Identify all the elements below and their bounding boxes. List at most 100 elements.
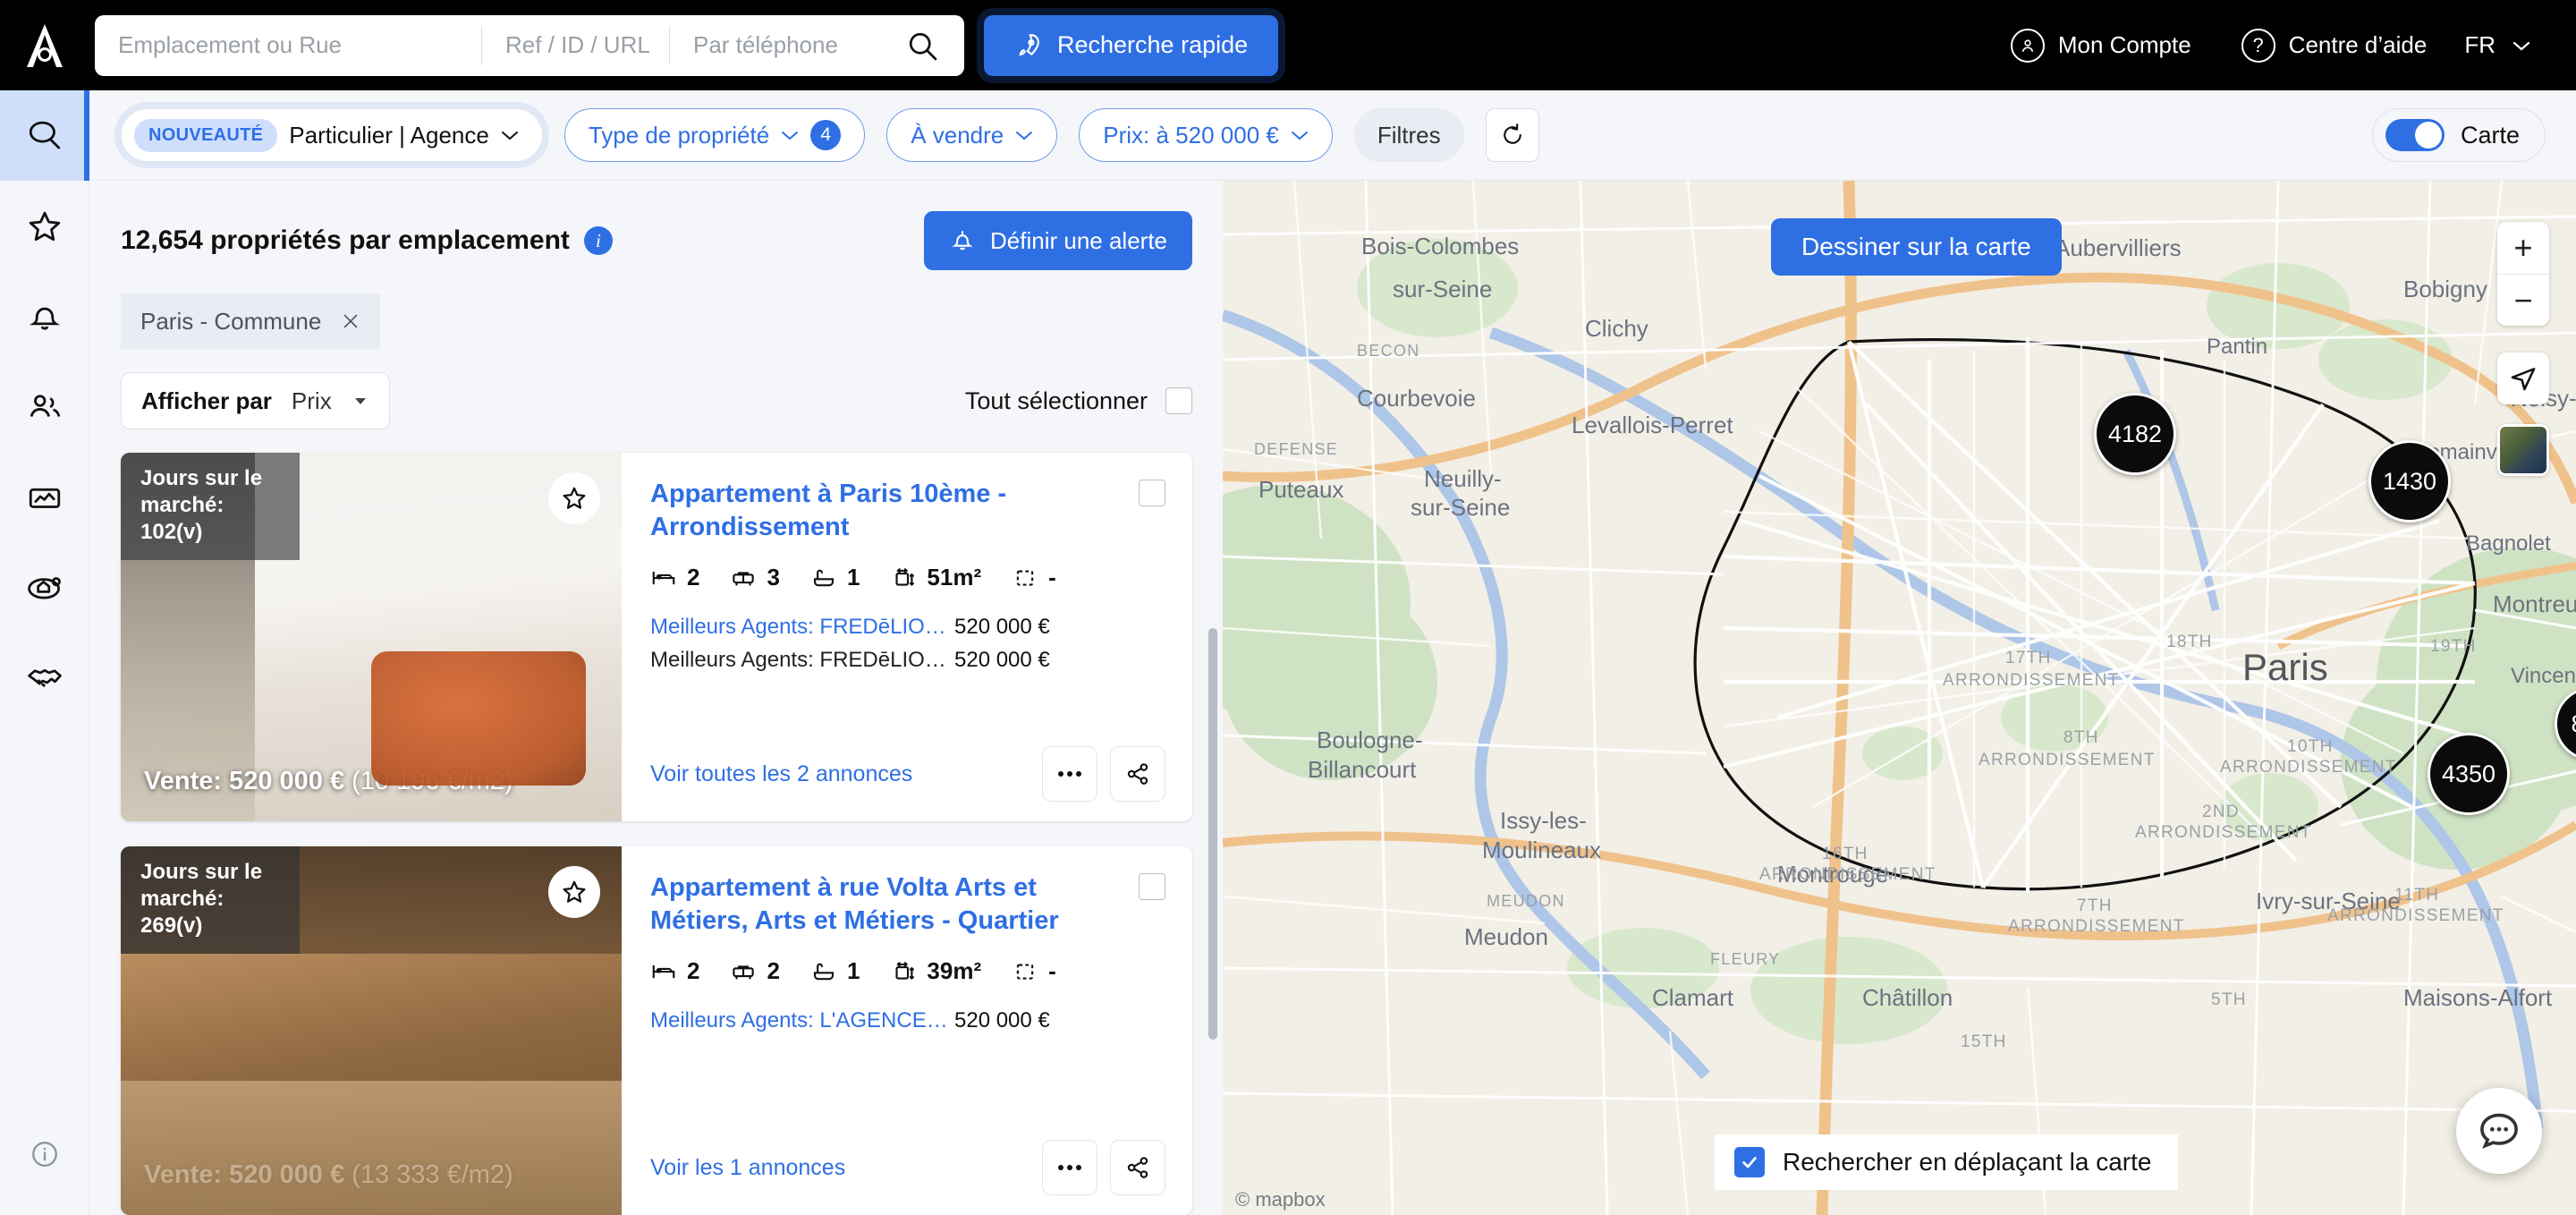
- sidebar-item-search[interactable]: [0, 90, 89, 181]
- property-card[interactable]: Jours sur le marché: 102(v) Vente: 520 0…: [121, 453, 1192, 821]
- sidebar-item-info[interactable]: [0, 1109, 89, 1199]
- favorite-button[interactable]: [548, 472, 600, 524]
- map-view[interactable]: Bois-Colombes Aubervilliers sur-Seine Bobig…: [1223, 181, 2576, 1215]
- property-photo[interactable]: Jours sur le marché: 269(v) Vente: 520 0…: [121, 846, 622, 1215]
- listing-row[interactable]: Meilleurs Agents: L'AGENCE… 520 000 €: [650, 1008, 1165, 1033]
- map-locate-button[interactable]: [2497, 353, 2549, 404]
- language-label: FR: [2464, 31, 2496, 58]
- select-all-control[interactable]: Tout sélectionner: [965, 387, 1192, 415]
- sidebar-item-favorites[interactable]: [0, 181, 89, 271]
- reset-filters-button[interactable]: [1485, 108, 1539, 162]
- search-on-move-label: Rechercher en déplaçant la carte: [1783, 1148, 2152, 1176]
- search-input-ref[interactable]: Ref / ID / URL: [481, 25, 669, 65]
- search-on-move-control[interactable]: Rechercher en déplaçant la carte: [1715, 1134, 2179, 1190]
- property-title[interactable]: Appartement à rue Volta Arts et Métiers,…: [650, 871, 1133, 938]
- more-horizontal-icon: [1058, 1165, 1081, 1170]
- share-button[interactable]: [1110, 746, 1165, 802]
- zoom-out-button[interactable]: −: [2497, 274, 2549, 326]
- map-cluster-marker[interactable]: 1430: [2368, 440, 2451, 523]
- map-label: Puteaux: [1258, 476, 1344, 503]
- map-label: 5TH: [2211, 990, 2247, 1009]
- listing-agent[interactable]: Meilleurs Agents: FREDēLION…: [650, 648, 954, 673]
- filter-owner-agency[interactable]: NOUVEAUTÉ Particulier | Agence: [121, 108, 543, 162]
- close-icon[interactable]: [341, 311, 360, 331]
- map-toggle-switch[interactable]: [2385, 119, 2445, 151]
- sort-dropdown[interactable]: Afficher par Prix: [121, 372, 390, 429]
- more-options-button[interactable]: [1042, 1140, 1097, 1195]
- search-input-location[interactable]: Emplacement ou Rue: [95, 26, 481, 65]
- sort-label: Afficher par: [141, 387, 272, 414]
- map-label: ARRONDISSEMENT: [2327, 906, 2504, 925]
- star-outline-icon: [563, 880, 586, 903]
- bath-icon: [813, 963, 834, 980]
- map-label: Bobigny: [2403, 276, 2487, 302]
- listing-price: 520 000 €: [954, 615, 1050, 640]
- photo-price-sub: (13 333 €/m2): [344, 1160, 513, 1189]
- listing-agent[interactable]: Meilleurs Agents: FREDēLION…: [650, 615, 954, 640]
- filters-button[interactable]: Filtres: [1353, 108, 1464, 162]
- spec-area: 51m²: [890, 564, 981, 591]
- filter-price[interactable]: Prix: à 520 000 €: [1079, 108, 1333, 162]
- spec-area-value: 51m²: [927, 564, 982, 591]
- account-button[interactable]: Mon Compte: [1986, 28, 2216, 63]
- draw-on-map-button[interactable]: Dessiner sur la carte: [1771, 218, 2062, 276]
- sidebar-item-analytics[interactable]: [0, 452, 89, 542]
- see-all-listings-link[interactable]: Voir toutes les 2 annonces: [650, 761, 912, 787]
- spec-bathrooms: 1: [810, 564, 860, 591]
- listing-rows: Meilleurs Agents: L'AGENCE… 520 000 €: [650, 1008, 1165, 1033]
- global-search-box[interactable]: Emplacement ou Rue Ref / ID / URL Par té…: [95, 14, 964, 76]
- map-view-toggle[interactable]: Carte: [2371, 108, 2546, 162]
- select-all-checkbox[interactable]: [1165, 387, 1192, 414]
- property-select-checkbox[interactable]: [1139, 480, 1165, 506]
- map-cluster-marker[interactable]: 4182: [2094, 393, 2176, 475]
- more-options-button[interactable]: [1042, 746, 1097, 802]
- map-label: Clamart: [1652, 984, 1734, 1011]
- listing-row[interactable]: Meilleurs Agents: FREDēLION… 520 000 €: [650, 648, 1165, 673]
- search-input-phone[interactable]: Par téléphone: [669, 25, 880, 65]
- spec-bathrooms: 1: [810, 957, 860, 985]
- map-cluster-marker[interactable]: 4350: [2428, 733, 2510, 815]
- results-info-icon[interactable]: i: [583, 226, 613, 255]
- bed-icon: [652, 571, 675, 585]
- results-scrollbar[interactable]: [1208, 628, 1217, 1040]
- filter-property-type[interactable]: Type de propriété 4: [564, 108, 866, 162]
- property-select-checkbox[interactable]: [1139, 873, 1165, 900]
- sidebar-item-contacts[interactable]: [0, 361, 89, 452]
- property-card-body: Appartement à rue Volta Arts et Métiers,…: [622, 846, 1192, 1215]
- sidebar-item-alerts[interactable]: [0, 271, 89, 361]
- share-button[interactable]: [1110, 1140, 1165, 1195]
- listing-row[interactable]: Meilleurs Agents: FREDēLION… 520 000 €: [650, 615, 1165, 640]
- map-label: Châtillon: [1862, 984, 1953, 1011]
- help-center-button[interactable]: ? Centre d’aide: [2216, 28, 2453, 63]
- brand-logo[interactable]: [0, 0, 89, 90]
- map-layers-button[interactable]: [2497, 424, 2549, 476]
- area-icon: [895, 961, 915, 980]
- map-label: Levallois-Perret: [1572, 412, 1733, 438]
- map-label: 7TH: [2077, 896, 2113, 915]
- chat-support-button[interactable]: [2456, 1088, 2542, 1174]
- see-all-listings-link[interactable]: Voir les 1 annonces: [650, 1155, 845, 1181]
- favorite-button[interactable]: [548, 866, 600, 918]
- bell-icon: [952, 230, 973, 251]
- filter-transaction-type[interactable]: À vendre: [886, 108, 1058, 162]
- location-tag[interactable]: Paris - Commune: [121, 293, 381, 349]
- map-label: MEUDON: [1487, 892, 1565, 910]
- property-card[interactable]: Jours sur le marché: 269(v) Vente: 520 0…: [121, 846, 1192, 1215]
- search-submit-button[interactable]: [880, 15, 964, 76]
- zoom-in-button[interactable]: +: [2497, 222, 2549, 274]
- sidebar-item-valuation[interactable]: [0, 542, 89, 633]
- property-title[interactable]: Appartement à Paris 10ème - Arrondisseme…: [650, 478, 1133, 544]
- property-photo[interactable]: Jours sur le marché: 102(v) Vente: 520 0…: [121, 453, 622, 821]
- quick-search-button[interactable]: Recherche rapide: [984, 14, 1279, 76]
- set-alert-button[interactable]: Définir une alerte: [924, 211, 1192, 270]
- listing-agent[interactable]: Meilleurs Agents: L'AGENCE…: [650, 1008, 954, 1033]
- property-specs: 2 2 1 39m² -: [650, 957, 1165, 985]
- map-label: ARRONDISSEMENT: [1979, 751, 2156, 769]
- sidebar-item-deals[interactable]: [0, 633, 89, 723]
- more-horizontal-icon: [1058, 771, 1081, 777]
- search-on-move-checkbox[interactable]: [1734, 1147, 1765, 1177]
- map-label: Bois-Colombes: [1361, 233, 1520, 259]
- language-selector[interactable]: FR: [2452, 31, 2544, 59]
- plot-icon: [1016, 964, 1034, 980]
- spec-plot-value: -: [1048, 957, 1056, 985]
